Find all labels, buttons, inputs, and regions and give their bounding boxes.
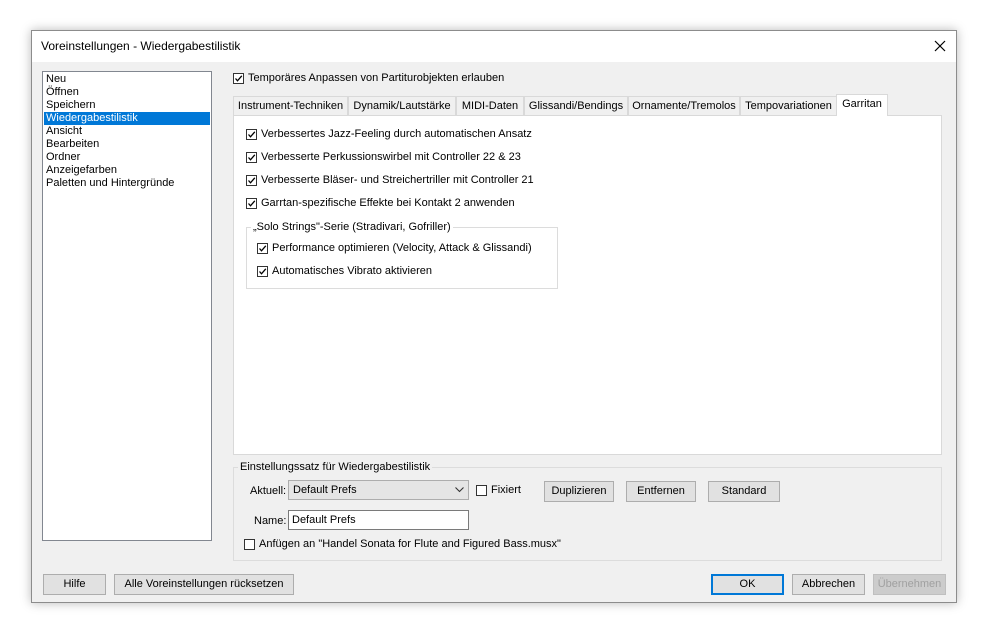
name-label: Name: xyxy=(254,515,287,527)
category-list[interactable]: Neu Öffnen Speichern Wiedergabestilistik… xyxy=(42,71,212,541)
standard-button[interactable]: Standard xyxy=(708,481,780,502)
category-item-bearbeiten[interactable]: Bearbeiten xyxy=(44,138,210,151)
category-item-anzeigefarben[interactable]: Anzeigefarben xyxy=(44,164,210,177)
chevron-down-icon xyxy=(455,487,464,493)
current-set-select[interactable]: Default Prefs xyxy=(288,480,469,500)
apply-button[interactable]: Übernehmen xyxy=(873,574,946,595)
close-icon xyxy=(934,40,946,52)
kontakt-effects-checkbox[interactable] xyxy=(246,198,257,209)
name-input[interactable] xyxy=(289,511,465,529)
temp-adjust-checkbox[interactable] xyxy=(233,73,244,84)
append-checkbox[interactable] xyxy=(244,539,255,550)
reset-all-button[interactable]: Alle Voreinstellungen rücksetzen xyxy=(114,574,294,595)
solo-strings-group xyxy=(246,227,558,289)
category-item-ordner[interactable]: Ordner xyxy=(44,151,210,164)
garritan-panel: Verbessertes Jazz-Feeling durch automati… xyxy=(233,115,942,455)
tab-dynamik[interactable]: Dynamik/Lautstärke xyxy=(348,96,456,115)
window-title: Voreinstellungen - Wiedergabestilistik xyxy=(41,39,241,53)
category-item-ansicht[interactable]: Ansicht xyxy=(44,125,210,138)
jazz-feeling-checkbox[interactable] xyxy=(246,129,257,140)
auto-vibrato-checkbox[interactable] xyxy=(257,266,268,277)
performance-optimize-label: Performance optimieren (Velocity, Attack… xyxy=(272,242,532,254)
append-label: Anfügen an "Handel Sonata for Flute and … xyxy=(259,538,561,550)
checkmark-icon xyxy=(235,75,243,82)
category-item-oeffnen[interactable]: Öffnen xyxy=(44,86,210,99)
current-label: Aktuell: xyxy=(250,485,287,497)
tab-ornamente[interactable]: Ornamente/Tremolos xyxy=(628,96,740,115)
category-item-wiedergabestilistik[interactable]: Wiedergabestilistik xyxy=(44,112,210,125)
tab-garritan[interactable]: Garritan xyxy=(836,94,888,116)
tab-midi-daten[interactable]: MIDI-Daten xyxy=(456,96,524,115)
checkmark-icon xyxy=(248,177,256,184)
cancel-button[interactable]: Abbrechen xyxy=(792,574,865,595)
percussion-rolls-checkbox[interactable] xyxy=(246,152,257,163)
current-set-value: Default Prefs xyxy=(293,484,357,496)
checkmark-icon xyxy=(259,245,267,252)
performance-optimize-checkbox[interactable] xyxy=(257,243,268,254)
auto-vibrato-label: Automatisches Vibrato aktivieren xyxy=(272,265,432,277)
checkmark-icon xyxy=(248,154,256,161)
duplicate-button[interactable]: Duplizieren xyxy=(544,481,614,502)
remove-button[interactable]: Entfernen xyxy=(626,481,696,502)
kontakt-effects-label: Garrtan-spezifische Effekte bei Kontakt … xyxy=(261,197,515,209)
ok-button[interactable]: OK xyxy=(711,574,784,595)
settings-set-title: Einstellungssatz für Wiedergabestilistik xyxy=(238,461,433,473)
category-item-paletten[interactable]: Paletten und Hintergründe xyxy=(44,177,210,190)
trills-label: Verbesserte Bläser- und Streichertriller… xyxy=(261,174,534,186)
fixed-checkbox[interactable] xyxy=(476,485,487,496)
percussion-rolls-label: Verbesserte Perkussionswirbel mit Contro… xyxy=(261,151,521,163)
tab-tempovariationen[interactable]: Tempovariationen xyxy=(740,96,837,115)
checkmark-icon xyxy=(259,268,267,275)
trills-checkbox[interactable] xyxy=(246,175,257,186)
name-field[interactable] xyxy=(288,510,469,530)
close-button[interactable] xyxy=(926,33,954,59)
solo-strings-title: „Solo Strings"-Serie (Stradivari, Gofril… xyxy=(251,221,453,233)
title-bar: Voreinstellungen - Wiedergabestilistik xyxy=(32,31,956,62)
tab-instrument-techniken[interactable]: Instrument-Techniken xyxy=(233,96,348,115)
checkmark-icon xyxy=(248,131,256,138)
fixed-label: Fixiert xyxy=(491,484,521,496)
category-item-speichern[interactable]: Speichern xyxy=(44,99,210,112)
category-item-neu[interactable]: Neu xyxy=(44,73,210,86)
tab-glissandi[interactable]: Glissandi/Bendings xyxy=(524,96,628,115)
preferences-dialog: Voreinstellungen - Wiedergabestilistik N… xyxy=(31,30,957,603)
help-button[interactable]: Hilfe xyxy=(43,574,106,595)
checkmark-icon xyxy=(248,200,256,207)
temp-adjust-label: Temporäres Anpassen von Partiturobjekten… xyxy=(248,72,505,84)
jazz-feeling-label: Verbessertes Jazz-Feeling durch automati… xyxy=(261,128,532,140)
